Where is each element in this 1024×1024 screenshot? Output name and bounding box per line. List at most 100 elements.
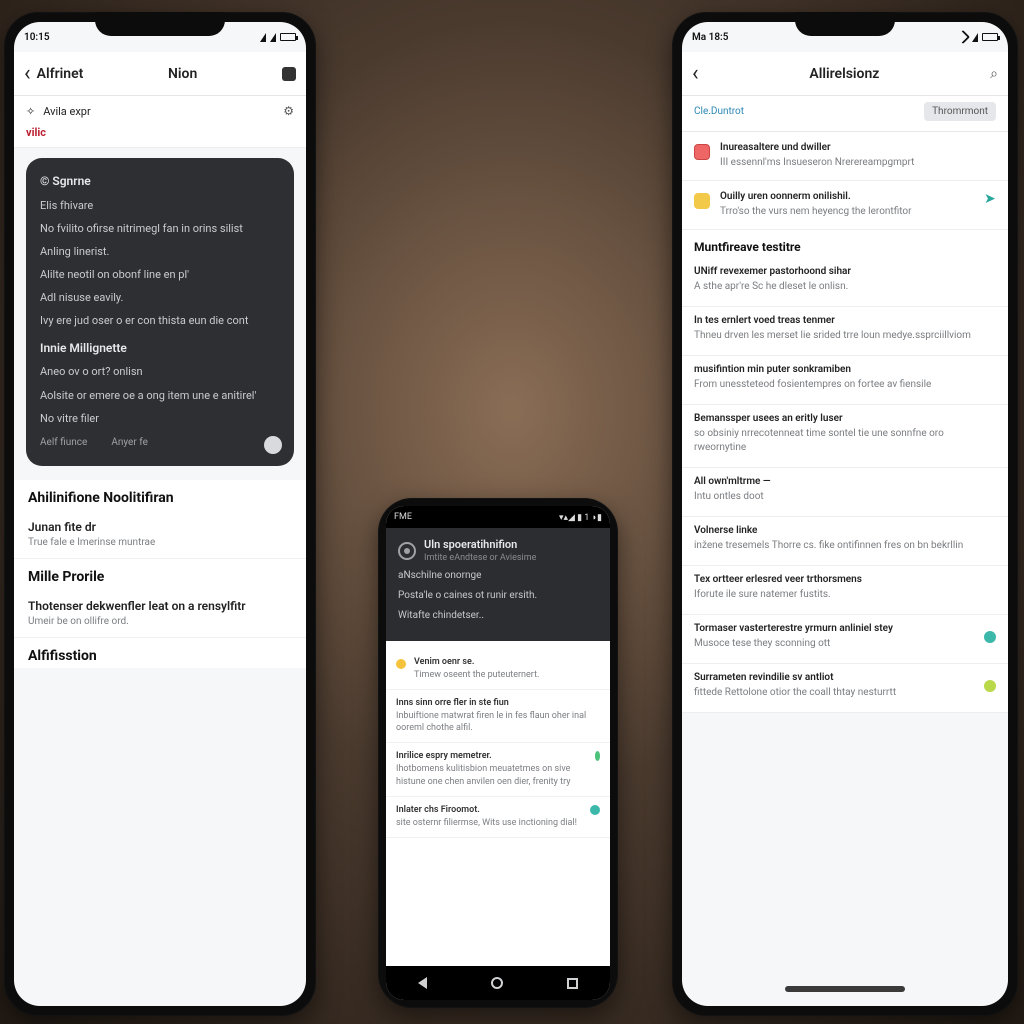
warning-icon (694, 193, 710, 209)
panel-title: Uln spoeratihnifion (424, 538, 536, 551)
search-icon[interactable]: ⌕ (990, 66, 998, 82)
item-title: Inlater chs Firoomot. (396, 805, 577, 815)
forward-icon[interactable]: ➤ (984, 191, 996, 203)
row-sub: fittede Rettolone otior the coall thtay … (694, 686, 896, 700)
bullet-icon (396, 659, 406, 669)
status-dot-icon (984, 631, 996, 643)
battery-icon (982, 33, 998, 41)
card-line: Alilte neotil on obonf line en pl' (40, 266, 280, 283)
sub-chip[interactable]: Thromrmont (924, 102, 996, 121)
dark-card: © Sgnrne Elis fhivare No fvilito ofirse … (26, 158, 294, 466)
back-button[interactable] (692, 63, 699, 85)
row-sub: From unessteteod fosientempres on fortee… (694, 378, 996, 392)
block-title: Ouilly uren oonnerm onilishil. (720, 191, 912, 202)
list-item[interactable]: Tex ortteer erlesred veer trthorsmens If… (682, 566, 1008, 615)
section-header: Mille Prorile (14, 559, 306, 589)
card-line: Anling linerist. (40, 243, 280, 260)
card-footer-left[interactable]: Aelf fiunce (40, 435, 87, 451)
signal-icon (260, 33, 266, 42)
list-item[interactable]: Inrilice espry memetrer. Ihotbomens kuli… (386, 743, 610, 796)
row-sub: A sthe apr're Sc he dleset le onlisn. (694, 280, 996, 294)
block-sub: Trro'so the vurs nem heyencg the lerontf… (720, 205, 912, 219)
category-tag[interactable]: vilic (14, 122, 306, 148)
row-title: musifintion min puter sonkramiben (694, 364, 996, 375)
row-title: All own'mltrme — (694, 476, 996, 487)
appbar-title-left: Alfrinet (37, 66, 84, 82)
card-line: Ivy ere jud oser o er con thista eun die… (40, 312, 280, 329)
status-left: FME (394, 512, 412, 522)
card-line: Adl nisuse eavily. (40, 289, 280, 306)
list-item[interactable]: In tes ernlert voed treas tenmer Thneu d… (682, 307, 1008, 356)
row-sub: inžene tresemels Thorre cs. fike ontifin… (694, 539, 996, 553)
card-subtitle: Innie Millignette (40, 339, 280, 358)
list-item[interactable]: Thotenser dekwenfler leat on a rensylfit… (14, 589, 306, 638)
panel-line: Witafte chindetser.. (398, 609, 598, 623)
row-title: UNiff revexemer pastorhoond sihar (694, 266, 996, 277)
item-sub: Inbuiftione matwrat firen le in fes flau… (396, 710, 600, 734)
gear-icon[interactable]: ⚙ (283, 104, 294, 118)
phone-left: 10:15 Alfrinet Nion ✧ Avila expr ⚙ vilic… (4, 12, 316, 1016)
item-sub: Timew oseent the puteuternert. (414, 669, 539, 681)
row-sub: so obsiniy nrrecotenneat time sontel tie… (694, 427, 996, 455)
list-item[interactable]: Venim oenr se. Timew oseent the puteuter… (386, 649, 610, 690)
panel-line: aNschilne onornge (398, 569, 598, 583)
row-title: Surrameten revindilie sv antliot (694, 672, 896, 683)
eye-icon (398, 542, 416, 560)
list-item[interactable]: All own'mltrme — Intu ontles doot (682, 468, 1008, 517)
list-item[interactable]: Junan fite dr True fale e Imerinse muntr… (14, 510, 306, 559)
status-dot-icon (984, 680, 996, 692)
signal-icon-2 (270, 33, 276, 42)
row-sub: Intu ontles doot (694, 490, 996, 504)
back-button[interactable] (24, 63, 31, 85)
item-sub: Ihotbomens kulitisbion meuatetmes on siv… (396, 763, 587, 787)
wifi-icon (956, 30, 970, 44)
status-dot-icon (590, 805, 600, 815)
panel-sub: Imtite eAndtese or Aviesime (424, 553, 536, 563)
card-title: © Sgnrne (40, 172, 280, 191)
notch (95, 12, 225, 36)
list-item[interactable]: UNiff revexemer pastorhoond sihar A sthe… (682, 258, 1008, 307)
row-sub: Iforute ile sure natemer fustits. (694, 588, 996, 602)
row-sub: True fale e Imerinse muntrae (28, 537, 292, 548)
panel-headline: Uln spoeratihnifion Imtite eAndtese or A… (398, 538, 598, 563)
card-fab-button[interactable] (264, 436, 282, 454)
status-icons (260, 33, 296, 42)
alert-block[interactable]: Ouilly uren oonnerm onilishil. Trro'so t… (682, 181, 1008, 230)
row-title: Volnerse linke (694, 525, 996, 536)
card-footer-right[interactable]: Anyer fe (111, 435, 148, 451)
card-line: Aneo ov o ort? onlisn (40, 363, 280, 380)
row-title: In tes ernlert voed treas tenmer (694, 315, 996, 326)
item-title: Venim oenr se. (414, 657, 539, 667)
list-item[interactable]: Inns sinn orre fler in ste fiun Inbuifti… (386, 690, 610, 743)
status-icons (958, 32, 998, 42)
block-sub: III essennl'ms Insueseron Nrerereampgmpr… (720, 156, 914, 170)
list-item[interactable]: Inlater chs Firoomot. site osternr filie… (386, 797, 610, 838)
list-item[interactable]: Tormaser vasterterestre yrmurn anliniel … (682, 615, 1008, 664)
card-footer: Aelf fiunce Anyer fe (40, 435, 280, 451)
appbar-title-center: Nion (168, 66, 197, 82)
sub-link[interactable]: Cle.Duntrot (694, 106, 744, 117)
status-time: Ma 18:5 (692, 32, 728, 43)
section-header: Muntfireave testitre (682, 230, 1008, 258)
list-item[interactable]: Surrameten revindilie sv antliot fittede… (682, 664, 1008, 713)
row-sub: Thneu drven les merset lie srided trre l… (694, 329, 996, 343)
status-bar: FME ▾▴◢ ▮ 1 ◗▮ (386, 506, 610, 528)
sub-bar: Cle.Duntrot Thromrmont (682, 96, 1008, 132)
sub-label: Avila expr (43, 105, 91, 118)
menu-button[interactable] (282, 67, 296, 81)
nav-home-button[interactable] (491, 977, 503, 989)
nav-back-button[interactable] (418, 977, 427, 989)
home-indicator[interactable] (785, 986, 905, 992)
list-item[interactable]: Volnerse linke inžene tresemels Thorre c… (682, 517, 1008, 566)
status-icons: ▾▴◢ ▮ 1 ◗▮ (559, 512, 602, 523)
phone-right: Ma 18:5 Allirelsionz ⌕ Cle.Duntrot Throm… (672, 12, 1018, 1016)
app-bar: Allirelsionz ⌕ (682, 52, 1008, 96)
alert-block[interactable]: Inureasaltere und dwiller III essennl'ms… (682, 132, 1008, 181)
list-item[interactable]: musifintion min puter sonkramiben From u… (682, 356, 1008, 405)
card-line: No vitre filer (40, 410, 280, 427)
nav-recent-button[interactable] (567, 978, 578, 989)
section-header: Ahilinifione Noolitifiran (14, 480, 306, 510)
list-item[interactable]: Bemanssper usees an eritly luser so obsi… (682, 405, 1008, 468)
row-title: Thotenser dekwenfler leat on a rensylfit… (28, 599, 292, 613)
sparkle-icon: ✧ (26, 105, 35, 118)
